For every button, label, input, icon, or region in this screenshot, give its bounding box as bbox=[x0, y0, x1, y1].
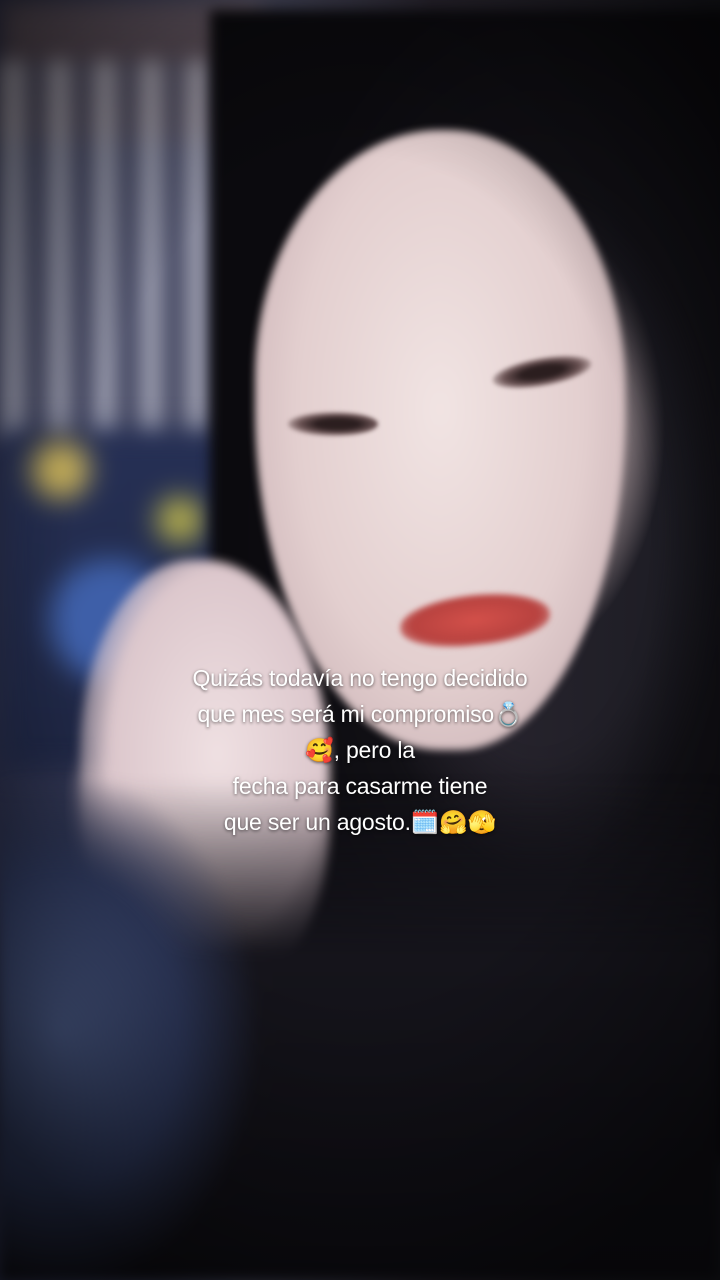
caption-line-2: que mes será mi compromiso💍 bbox=[197, 701, 523, 727]
caption-overlay: Quizás todavía no tengo decidido que mes… bbox=[120, 660, 600, 840]
photo-frame: Quizás todavía no tengo decidido que mes… bbox=[0, 0, 720, 1280]
vignette bbox=[0, 0, 720, 1280]
caption-line-5: que ser un agosto.🗓️🤗🫣 bbox=[223, 809, 497, 835]
caption-line-4: fecha para casarme tiene bbox=[232, 773, 488, 799]
caption-line-3: 🥰, pero la bbox=[305, 737, 415, 763]
caption-line-1: Quizás todavía no tengo decidido bbox=[192, 665, 528, 691]
